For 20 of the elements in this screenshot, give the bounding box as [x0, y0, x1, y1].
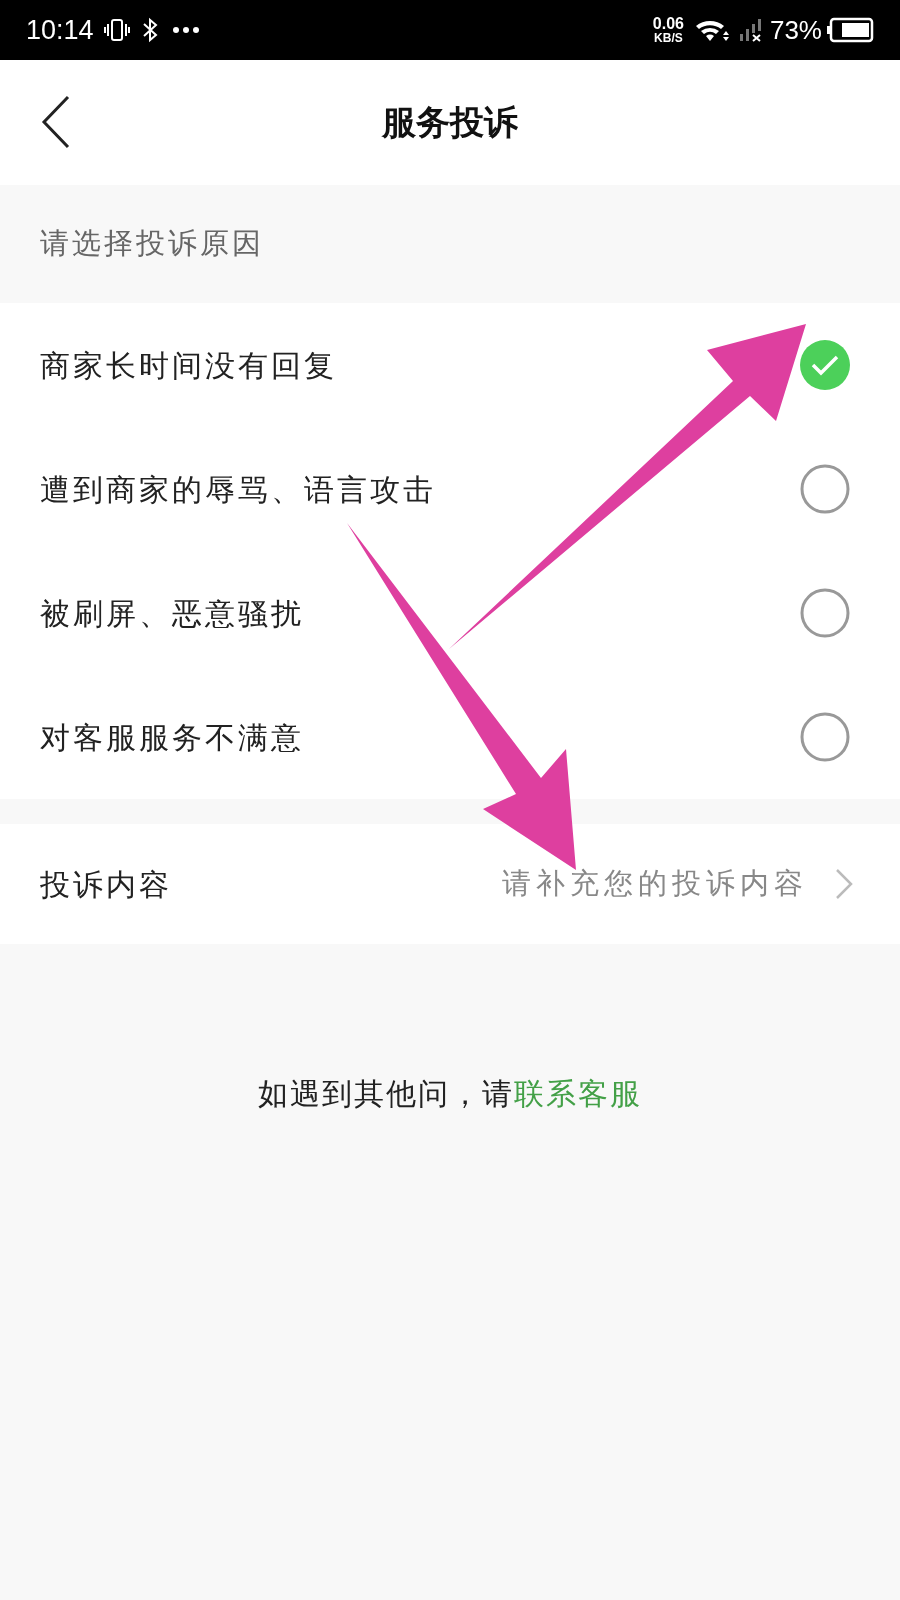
- more-dots-icon: [171, 26, 200, 34]
- back-icon: [41, 95, 71, 149]
- reason-label: 商家长时间没有回复: [40, 347, 337, 384]
- complaint-content-row[interactable]: 投诉内容 请补充您的投诉内容: [0, 824, 900, 944]
- battery-icon: [826, 17, 874, 43]
- status-time: 10:14: [26, 13, 94, 47]
- content-label: 投诉内容: [40, 866, 172, 903]
- reason-label: 遭到商家的辱骂、语言攻击: [40, 471, 436, 508]
- page-title: 服务投诉: [382, 102, 518, 143]
- section-title: 请选择投诉原因: [40, 226, 264, 262]
- reason-label: 被刷屏、恶意骚扰: [40, 595, 304, 632]
- reason-label: 对客服服务不满意: [40, 719, 304, 756]
- battery-percent: 73%: [769, 13, 822, 47]
- speed-unit: KB/S: [654, 32, 683, 44]
- vibrate-icon: [103, 17, 130, 43]
- chevron-icon: [834, 868, 854, 900]
- signal-icon: [737, 17, 764, 43]
- help-text: 如遇到其他问，请联系客服: [258, 1076, 642, 1112]
- content-field[interactable]: 请补充您的投诉内容: [172, 862, 808, 906]
- network-speed: 0.06: [652, 16, 684, 32]
